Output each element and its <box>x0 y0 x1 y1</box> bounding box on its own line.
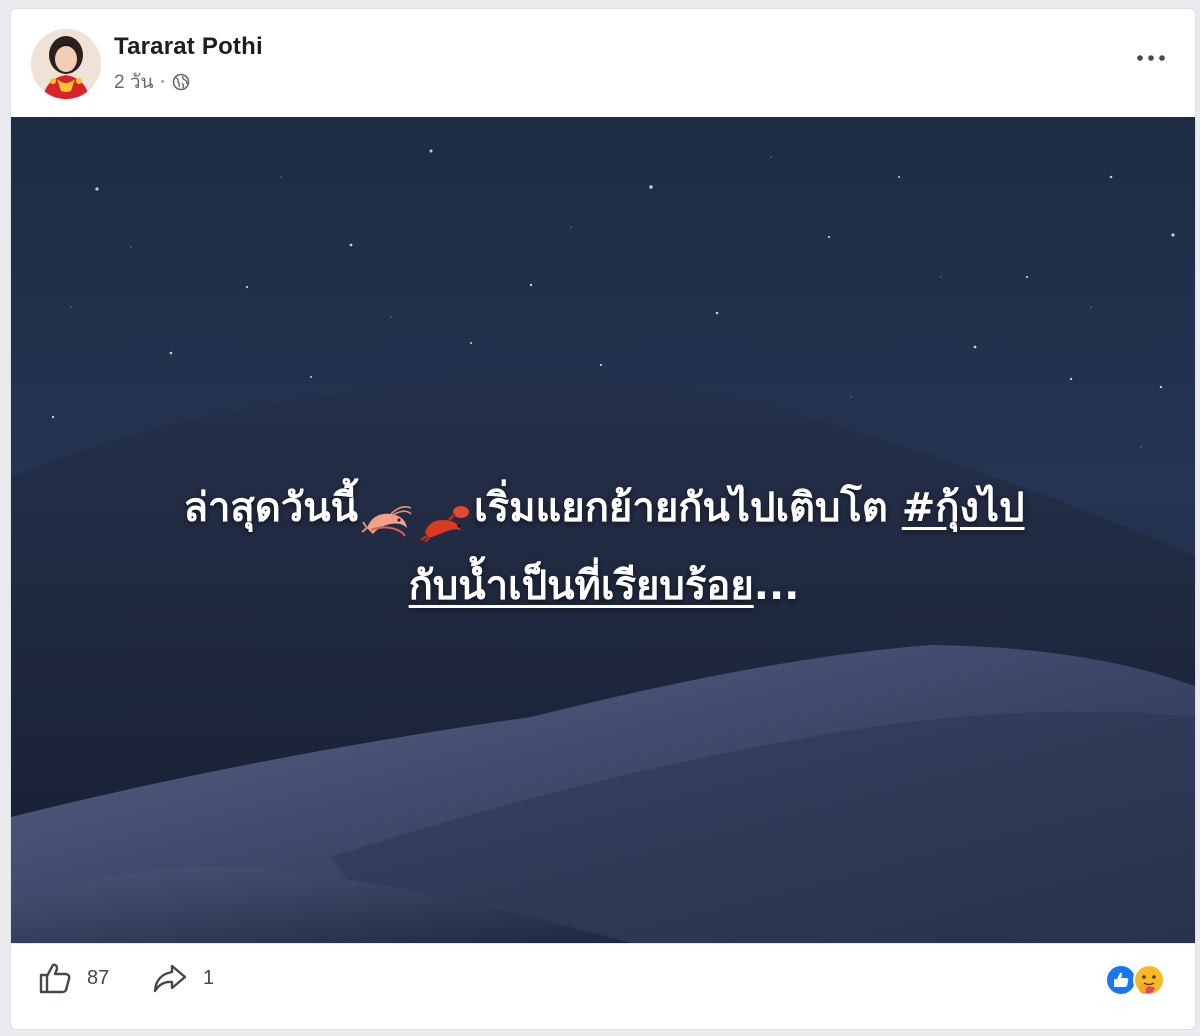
post-footer: 87 1 <box>11 943 1195 1029</box>
post-caption: ล่าสุดวันนี้ เริ่มแยกย้ายกันไปเติบโต #กุ… <box>41 469 1167 625</box>
caption-text-middle: เริ่มแยกย้ายกันไปเติบโต <box>473 485 902 531</box>
shrimp-emoji <box>361 490 413 537</box>
thumbs-up-icon <box>37 960 73 996</box>
reaction-summary[interactable] <box>1103 962 1171 998</box>
hashtag-link-part1[interactable]: #กุ้งไป <box>902 485 1025 531</box>
like-count: 87 <box>87 966 110 989</box>
author-name[interactable]: Tararat Pothi <box>114 33 263 61</box>
post-header: Tararat Pothi 2 วัน · <box>11 9 1195 119</box>
share-button[interactable]: 1 <box>151 958 214 998</box>
share-count: 1 <box>203 966 215 989</box>
like-reaction-icon <box>1105 964 1137 996</box>
caption-text-start: ล่าสุดวันนี้ <box>183 485 358 531</box>
meta-separator: · <box>159 71 166 92</box>
care-reaction-icon <box>1133 964 1165 996</box>
post-photo[interactable]: ล่าสุดวันนี้ เริ่มแยกย้ายกันไปเติบโต #กุ… <box>11 117 1195 943</box>
globe-icon <box>172 73 190 91</box>
share-arrow-icon <box>151 960 189 996</box>
hashtag-link-part2[interactable]: กับน้ำเป็นที่เรียบร้อย <box>409 563 754 609</box>
caption-ellipsis: ... <box>753 563 800 609</box>
more-options-icon[interactable] <box>1131 45 1171 71</box>
post-time[interactable]: 2 วัน <box>114 67 154 97</box>
post-meta: 2 วัน · <box>114 69 190 95</box>
avatar[interactable] <box>31 29 101 99</box>
lobster-emoji <box>419 490 471 543</box>
post-card: Tararat Pothi 2 วัน · ล่าสุดวันนี้ เริ่ม… <box>10 8 1196 1030</box>
avatar-photo <box>31 29 101 99</box>
like-button[interactable]: 87 <box>37 958 109 998</box>
